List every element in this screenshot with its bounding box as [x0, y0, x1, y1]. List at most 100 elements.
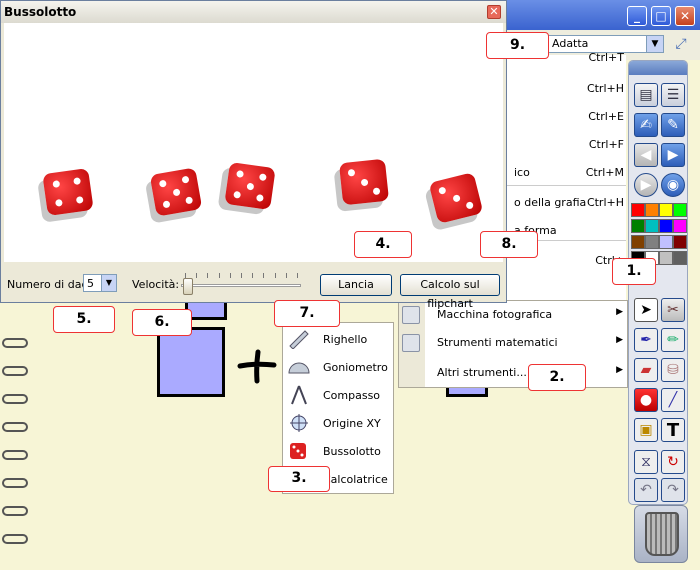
die-face-3: [428, 172, 484, 224]
eraser-tool-icon[interactable]: ✎: [661, 113, 685, 137]
trash-icon[interactable]: [634, 505, 688, 563]
color-swatch[interactable]: [673, 235, 687, 249]
main-window-titlebar: _ □ ✕: [505, 0, 700, 30]
slider-tick: [229, 273, 231, 278]
protractor-icon: [288, 362, 310, 374]
background-menu-item[interactable]: o della grafia Ctrl+H: [514, 196, 624, 209]
die-face-3: [338, 158, 390, 206]
die-pip: [246, 182, 254, 190]
die-face-5: [224, 162, 276, 210]
slider-tick: [241, 273, 242, 278]
speed-slider[interactable]: [177, 271, 305, 297]
callout-6: 6.: [132, 309, 192, 336]
shape-icon[interactable]: ●: [634, 388, 658, 412]
select-tool-icon[interactable]: ➤: [634, 298, 658, 322]
color-swatch[interactable]: [673, 219, 687, 233]
color-swatch[interactable]: [645, 235, 659, 249]
die-pip: [52, 179, 61, 188]
chevron-down-icon: ▼: [646, 36, 663, 52]
speed-label: Velocità:: [132, 278, 180, 291]
slider-tick: [274, 273, 276, 278]
minimize-icon[interactable]: _: [627, 6, 647, 26]
color-swatch[interactable]: [673, 251, 687, 265]
dice-dialog: Bussolotto ✕ Numero di dadi 5 ▼ Velocità…: [0, 0, 507, 310]
dice-count-value: 5: [87, 277, 94, 290]
maximize-icon[interactable]: □: [651, 6, 671, 26]
dice-icon: [290, 443, 306, 459]
die-pip: [372, 187, 381, 196]
undo-page-icon[interactable]: ◀: [634, 143, 658, 167]
slider-tick: [185, 273, 186, 278]
page-shape-rectangle[interactable]: [157, 327, 225, 397]
fill-icon[interactable]: ⛁: [661, 358, 685, 382]
color-swatch[interactable]: [659, 219, 673, 233]
menu-item-protractor[interactable]: Goniometro: [283, 353, 393, 381]
dialog-title: Bussolotto: [4, 5, 77, 19]
color-swatch[interactable]: [659, 203, 673, 217]
ruler-icon: [289, 330, 309, 349]
color-swatch[interactable]: [673, 203, 687, 217]
callout-1: 1.: [612, 258, 656, 285]
plus-shape[interactable]: [236, 348, 278, 384]
tools-icon[interactable]: ✂: [661, 298, 685, 322]
die-pip: [54, 199, 63, 207]
color-swatch[interactable]: [631, 219, 645, 233]
calculator-icon: [402, 334, 420, 352]
camera-icon: [402, 306, 420, 324]
contacts-icon[interactable]: ☰: [661, 83, 685, 107]
menu-item-xy-origin[interactable]: Origine XY: [283, 409, 393, 437]
close-icon[interactable]: ✕: [675, 6, 695, 26]
globe-icon[interactable]: ◉: [661, 173, 685, 197]
die-pip: [233, 190, 242, 199]
color-swatch[interactable]: [631, 235, 645, 249]
menu-item-math-tools[interactable]: Strumenti matematici ▶: [399, 331, 627, 355]
text-icon[interactable]: T: [661, 418, 685, 442]
die-pip: [438, 186, 447, 195]
fullscreen-icon[interactable]: ⤢: [671, 36, 691, 54]
menu-divider: [506, 185, 626, 186]
clear-icon[interactable]: ⧖: [634, 450, 658, 474]
line-icon[interactable]: ╱: [661, 388, 685, 412]
eraser-icon[interactable]: ▰: [634, 358, 658, 382]
submenu-arrow-icon: ▶: [616, 307, 623, 317]
slider-tick: [285, 273, 287, 278]
resource-folder-icon[interactable]: ▣: [634, 418, 658, 442]
menu-item-other-tools[interactable]: Altri strumenti... ▶: [399, 361, 627, 385]
handwriting-icon[interactable]: ✍: [634, 113, 658, 137]
color-swatch[interactable]: [659, 251, 673, 265]
menu-item-dice[interactable]: Bussolotto: [283, 437, 393, 465]
close-icon[interactable]: ✕: [487, 5, 501, 19]
die-pip: [255, 194, 264, 202]
compass-icon: [291, 385, 307, 405]
zoom-select-value: Adatta: [552, 37, 589, 50]
speed-slider-thumb[interactable]: [183, 278, 194, 295]
die-pip: [236, 170, 245, 178]
redo-icon[interactable]: ↷: [661, 478, 685, 502]
undo-icon[interactable]: ↶: [634, 478, 658, 502]
background-menu-item[interactable]: ico Ctrl+M: [514, 166, 624, 179]
die-face-5: [149, 167, 203, 217]
callout-8: 8.: [480, 231, 538, 258]
color-swatch[interactable]: [645, 219, 659, 233]
color-swatch[interactable]: [631, 203, 645, 217]
reset-icon[interactable]: ↻: [661, 450, 685, 474]
die-pip: [347, 168, 356, 177]
next-page-icon[interactable]: ▶: [661, 143, 685, 167]
color-swatch[interactable]: [645, 203, 659, 217]
dice-count-label: Numero di dadi: [7, 278, 92, 291]
callout-4: 4.: [354, 231, 412, 258]
submenu-arrow-icon: ▶: [616, 335, 623, 345]
menu-item-ruler[interactable]: Righello: [283, 325, 393, 353]
page-sorter-icon[interactable]: ▤: [634, 83, 658, 107]
highlighter-icon[interactable]: ✏: [661, 328, 685, 352]
die-pip: [360, 178, 368, 186]
menu-item-compass[interactable]: Compasso: [283, 381, 393, 409]
dice-count-select[interactable]: 5 ▼: [83, 274, 117, 292]
die-pip: [158, 179, 167, 188]
color-swatch[interactable]: [659, 235, 673, 249]
play-icon[interactable]: ▶: [634, 173, 658, 197]
pen-icon[interactable]: ✒: [634, 328, 658, 352]
die-pip: [465, 201, 474, 210]
roll-button[interactable]: Lancia: [320, 274, 392, 296]
flipchart-calc-button[interactable]: Calcolo sul flipchart: [400, 274, 500, 310]
